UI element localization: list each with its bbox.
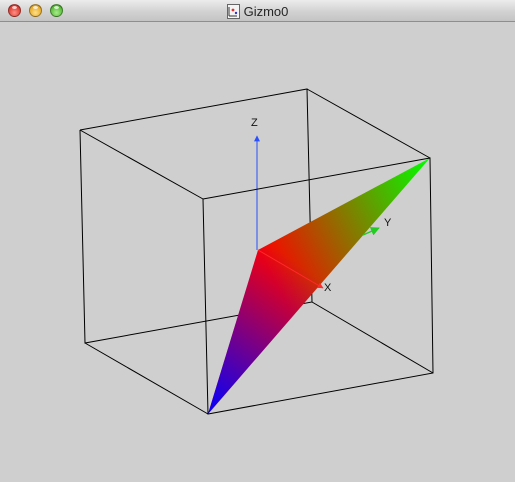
document-proxy-icon[interactable]	[226, 3, 240, 19]
box-edge	[84, 342, 209, 415]
z-axis: Z	[251, 117, 260, 250]
3d-viewport[interactable]: Z X Y	[0, 22, 515, 482]
box-edge	[79, 129, 204, 200]
z-axis-label: Z	[251, 117, 258, 129]
title-bar[interactable]: Gizmo0	[0, 0, 515, 22]
y-axis-label: Y	[384, 217, 392, 229]
x-axis-label: X	[324, 282, 332, 294]
gizmo-window: Gizmo0 Z X Y	[0, 0, 515, 482]
title-group: Gizmo0	[0, 0, 515, 22]
box-edge	[306, 88, 431, 159]
window-title: Gizmo0	[243, 3, 289, 19]
box-edge	[311, 301, 434, 374]
